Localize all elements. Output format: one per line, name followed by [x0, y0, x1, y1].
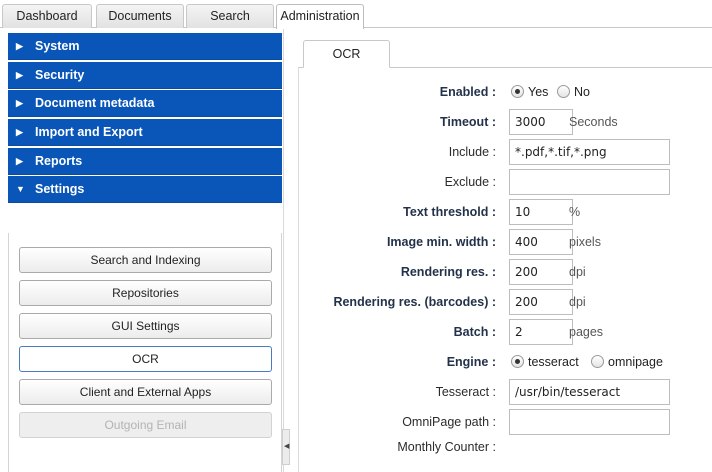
outgoing-email-button: Outgoing Email: [19, 412, 272, 438]
batch-label: Batch :: [453, 325, 496, 339]
exclude-input[interactable]: [509, 169, 670, 195]
sidebar-section-label: Import and Export: [35, 125, 143, 139]
enabled-yes-label[interactable]: Yes: [528, 82, 548, 102]
timeout-unit: Seconds: [569, 115, 618, 129]
include-input[interactable]: *.pdf,*.tif,*.png: [509, 139, 670, 165]
ocr-settings-panel: OCR Enabled : Yes No Timeout : 3000 Seco…: [290, 29, 712, 472]
triangle-right-icon: ▶: [16, 98, 23, 108]
batch-unit: pages: [569, 325, 604, 339]
rendering-res-barcodes-label: Rendering res. (barcodes) :: [333, 295, 496, 309]
tab-ocr[interactable]: OCR: [303, 40, 390, 68]
repositories-button[interactable]: Repositories: [19, 280, 272, 306]
include-label: Include :: [448, 145, 496, 159]
admin-sidebar: ▶ System ▶ Security ▶ Document metadata …: [0, 29, 284, 472]
triangle-right-icon: ▶: [16, 41, 23, 51]
batch-input[interactable]: 2: [509, 319, 573, 345]
timeout-label: Timeout :: [439, 115, 496, 129]
image-min-width-label: Image min. width :: [386, 235, 496, 249]
engine-label: Engine :: [446, 355, 496, 369]
ocr-button[interactable]: OCR: [19, 346, 272, 372]
timeout-input[interactable]: 3000: [509, 109, 573, 135]
sidebar-section-reports[interactable]: ▶ Reports: [8, 148, 282, 175]
monthly-counter-label: Monthly Counter :: [397, 440, 496, 454]
tab-search[interactable]: Search: [186, 4, 274, 28]
sidebar-section-system[interactable]: ▶ System: [8, 33, 282, 60]
text-threshold-input[interactable]: 10: [509, 199, 573, 225]
enabled-no-label[interactable]: No: [574, 82, 590, 102]
text-threshold-unit: %: [569, 205, 581, 219]
client-external-apps-button[interactable]: Client and External Apps: [19, 379, 272, 405]
triangle-down-icon: ▼: [16, 184, 25, 194]
sidebar-section-label: Reports: [35, 154, 83, 168]
tab-administration[interactable]: Administration: [276, 4, 364, 29]
enabled-label: Enabled :: [439, 85, 496, 99]
engine-omnipage-label[interactable]: omnipage: [608, 352, 663, 372]
enabled-yes-radio[interactable]: [511, 85, 524, 98]
triangle-right-icon: ▶: [16, 156, 23, 166]
sidebar-section-label: Settings: [35, 182, 85, 196]
sidebar-section-settings[interactable]: ▼ Settings: [8, 176, 282, 203]
search-and-indexing-button[interactable]: Search and Indexing: [19, 247, 272, 273]
omnipage-path-label: OmniPage path :: [402, 415, 496, 429]
sidebar-section-label: System: [35, 39, 80, 53]
gui-settings-button[interactable]: GUI Settings: [19, 313, 272, 339]
ocr-form: Enabled : Yes No Timeout : 3000 Seconds …: [298, 67, 712, 472]
sidebar-section-import-export[interactable]: ▶ Import and Export: [8, 119, 282, 146]
rendering-res-barcodes-input[interactable]: 200: [509, 289, 573, 315]
sidebar-section-security[interactable]: ▶ Security: [8, 62, 282, 89]
engine-tesseract-radio[interactable]: [511, 355, 524, 368]
image-min-width-input[interactable]: 400: [509, 229, 573, 255]
rendering-res-label: Rendering res. :: [400, 265, 496, 279]
sidebar-section-document-metadata[interactable]: ▶ Document metadata: [8, 90, 282, 117]
tab-documents[interactable]: Documents: [96, 4, 184, 28]
tesseract-label: Tesseract :: [435, 385, 496, 399]
top-tab-bar: Dashboard Documents Search Administratio…: [0, 0, 712, 29]
enabled-no-radio[interactable]: [557, 85, 570, 98]
omnipage-path-input[interactable]: [509, 409, 670, 435]
engine-tesseract-label[interactable]: tesseract: [528, 352, 579, 372]
text-threshold-label: Text threshold :: [403, 205, 496, 219]
triangle-right-icon: ▶: [16, 127, 23, 137]
tab-dashboard[interactable]: Dashboard: [2, 4, 92, 28]
tesseract-path-input[interactable]: /usr/bin/tesseract: [509, 379, 670, 405]
settings-panel: Search and Indexing Repositories GUI Set…: [8, 233, 282, 472]
rendering-res-input[interactable]: 200: [509, 259, 573, 285]
image-min-width-unit: pixels: [569, 235, 601, 249]
rendering-res-barcodes-unit: dpi: [569, 295, 586, 309]
engine-omnipage-radio[interactable]: [591, 355, 604, 368]
exclude-label: Exclude :: [444, 175, 496, 189]
triangle-right-icon: ▶: [16, 70, 23, 80]
sidebar-section-label: Security: [35, 68, 85, 82]
rendering-res-unit: dpi: [569, 265, 586, 279]
sidebar-section-label: Document metadata: [35, 96, 155, 110]
